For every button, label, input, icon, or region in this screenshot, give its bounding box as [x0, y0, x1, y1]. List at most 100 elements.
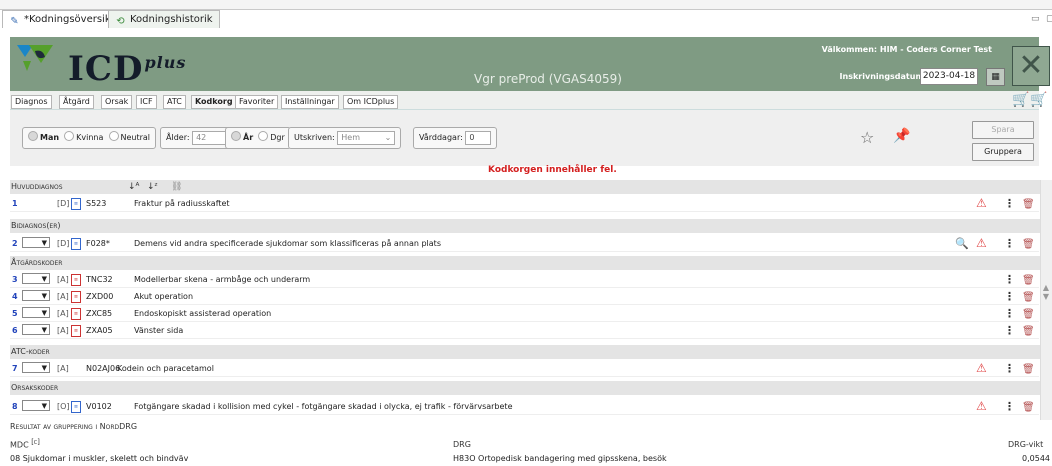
nav-orsak[interactable]: Orsak	[101, 95, 133, 109]
section-main-diagnosis: Huvuddiagnos ↓ᴬ ↓ᶻ ⛓	[10, 180, 1040, 194]
list-item[interactable]: 7 ▼ [A] N02AJ06 Kodein och paracetamol ⚠…	[10, 361, 1039, 377]
more-options-icon[interactable]: ⋮	[1004, 196, 1015, 211]
brand-sup: plus	[144, 52, 187, 72]
nav-om-icdplus[interactable]: Om ICDplus	[343, 95, 399, 109]
radio-icon	[258, 131, 269, 141]
trash-icon[interactable]: 🗑	[1022, 307, 1035, 322]
more-options-icon[interactable]: ⋮	[1004, 272, 1015, 287]
warning-icon[interactable]: ⚠	[976, 196, 987, 211]
nav-diagnos[interactable]: Diagnos	[11, 95, 52, 109]
result-drg: H83O Ortopedisk bandagering med gipssken…	[453, 454, 667, 463]
list-item[interactable]: 1 [D] ≡ S523 Fraktur på radiusskaftet ⚠ …	[10, 196, 1039, 212]
position-select[interactable]: ▼	[22, 290, 50, 301]
trash-icon[interactable]: 🗑	[1022, 237, 1035, 252]
nav-atc[interactable]: ATC	[163, 95, 186, 109]
warning-icon[interactable]: ⚠	[976, 236, 987, 251]
environment-label: Vgr preProd (VGAS4059)	[474, 72, 622, 86]
more-options-icon[interactable]: ⋮	[1004, 323, 1015, 338]
trash-icon[interactable]: 🗑	[1022, 197, 1035, 212]
trash-icon[interactable]: 🗑	[1022, 400, 1035, 415]
document-icon[interactable]: ≡	[71, 325, 81, 337]
minimize-icon[interactable]: ▭	[1031, 14, 1040, 24]
age-unit-dgr[interactable]: Dgr	[258, 131, 285, 142]
list-item[interactable]: 5 ▼ [A] ≡ ZXC85 Endoskopiskt assisterad …	[10, 306, 1039, 322]
nav-favoriter[interactable]: Favoriter	[235, 95, 279, 109]
nav-kodkorg[interactable]: Kodkorg	[191, 95, 237, 109]
radio-icon	[231, 131, 241, 141]
position-select[interactable]: ▼	[22, 400, 50, 411]
discharged-group: Utskriven: Hem ⌄	[288, 127, 402, 149]
care-days-input[interactable]: 0	[465, 130, 492, 145]
star-icon[interactable]: ☆	[860, 128, 874, 147]
sex-radio-man[interactable]: Man	[28, 131, 59, 142]
result-col-drg: DRG	[453, 440, 471, 449]
section-secondary-diagnoses: Bidiagnos(er)	[10, 219, 1040, 233]
admission-date-input[interactable]: 2023-04-18	[920, 68, 978, 85]
result-weight: 0,0544	[1022, 454, 1050, 463]
more-options-icon[interactable]: ⋮	[1004, 306, 1015, 321]
more-options-icon[interactable]: ⋮	[1004, 236, 1015, 251]
age-unit-ar[interactable]: År	[231, 131, 253, 142]
trash-icon[interactable]: 🗑	[1022, 290, 1035, 305]
brand-main: ICD	[68, 49, 144, 89]
discharged-select[interactable]: Hem ⌄	[337, 130, 396, 145]
result-col-mdc: MDC [c]	[10, 438, 40, 450]
pin-icon[interactable]: 📌	[893, 128, 910, 144]
nav-installningar[interactable]: Inställningar	[281, 95, 339, 109]
document-icon[interactable]: ≡	[71, 291, 81, 303]
warning-icon[interactable]: ⚠	[976, 361, 987, 376]
list-item[interactable]: 2 ▼ [D] ≡ F028* Demens vid andra specifi…	[10, 236, 1039, 252]
chevron-down-icon: ⌄	[384, 132, 392, 142]
sex-radio-neutral[interactable]: Neutral	[108, 131, 150, 142]
nav-icf[interactable]: ICF	[136, 95, 157, 109]
nav-atgard[interactable]: Åtgärd	[59, 95, 94, 109]
welcome-text: Välkommen: HIM - Coders Corner Test	[821, 45, 992, 54]
document-icon[interactable]: ≡	[71, 198, 81, 210]
document-icon[interactable]: ≡	[71, 238, 81, 250]
document-icon[interactable]: ≡	[71, 308, 81, 320]
position-select[interactable]: ▼	[22, 362, 50, 373]
position-select[interactable]: ▼	[22, 273, 50, 284]
trash-icon[interactable]: 🗑	[1022, 273, 1035, 288]
trash-icon[interactable]: 🗑	[1022, 324, 1035, 339]
more-options-icon[interactable]: ⋮	[1004, 289, 1015, 304]
position-select[interactable]: ▼	[22, 237, 50, 248]
scroll-arrows-icon[interactable]: ▲ ▼	[1042, 283, 1050, 301]
sex-radio-kvinna[interactable]: Kvinna	[64, 131, 103, 142]
sort-asc-icon[interactable]: ↓ᴬ	[128, 180, 139, 194]
list-item[interactable]: 3 ▼ [A] ≡ TNC32 Modellerbar skena - armb…	[10, 272, 1039, 288]
document-icon[interactable]: ≡	[71, 401, 81, 413]
position-select[interactable]: ▼	[22, 324, 50, 335]
document-icon[interactable]: ≡	[71, 274, 81, 286]
calendar-icon[interactable]: ▦	[986, 68, 1005, 86]
sort-desc-icon[interactable]: ↓ᶻ	[147, 180, 158, 194]
cart-icon[interactable]: 🛒	[1030, 92, 1047, 108]
unlink-icon[interactable]: ⛓	[171, 180, 182, 194]
cart-error-icon[interactable]: 🛒	[1012, 92, 1029, 108]
list-item[interactable]: 4 ▼ [A] ≡ ZXD00 Akut operation ⋮ 🗑	[10, 289, 1039, 305]
age-input[interactable]: 42	[192, 130, 227, 145]
section-cause-codes: Orsakskoder	[10, 381, 1040, 395]
position-select[interactable]: ▼	[22, 307, 50, 318]
care-days-group: Vårddagar: 0	[413, 127, 498, 149]
radio-icon	[108, 131, 119, 141]
sex-group: Man Kvinna Neutral	[22, 127, 157, 149]
list-item[interactable]: 6 ▼ [A] ≡ ZXA05 Vänster sida ⋮ 🗑	[10, 323, 1039, 339]
age-unit-group: År Dgr	[225, 127, 291, 149]
list-item[interactable]: 8 ▼ [O] ≡ V0102 Fotgängare skadad i koll…	[10, 399, 1039, 415]
magnifier-icon[interactable]: 🔍	[955, 236, 969, 251]
save-button[interactable]: Spara	[972, 121, 1034, 139]
maximize-icon[interactable]: ▢	[1046, 14, 1052, 24]
result-col-weight: DRG-vikt	[1008, 440, 1044, 449]
warning-icon[interactable]: ⚠	[976, 399, 987, 414]
trash-icon[interactable]: 🗑	[1022, 362, 1035, 377]
brand-logo-text: ICDplus	[68, 49, 186, 89]
group-button[interactable]: Gruppera	[972, 143, 1034, 161]
result-title: Resultat av gruppering i NordDRG	[10, 422, 138, 431]
close-icon[interactable]: ✕	[1012, 46, 1050, 86]
more-options-icon[interactable]: ⋮	[1004, 399, 1015, 414]
history-icon: ⟲	[116, 16, 125, 27]
tab-kodningshistorik[interactable]: ⟲ Kodningshistorik	[108, 10, 220, 28]
more-options-icon[interactable]: ⋮	[1004, 361, 1015, 376]
tab-kodningsoversikt[interactable]: ✎ *Kodningsöversikt	[2, 10, 122, 28]
